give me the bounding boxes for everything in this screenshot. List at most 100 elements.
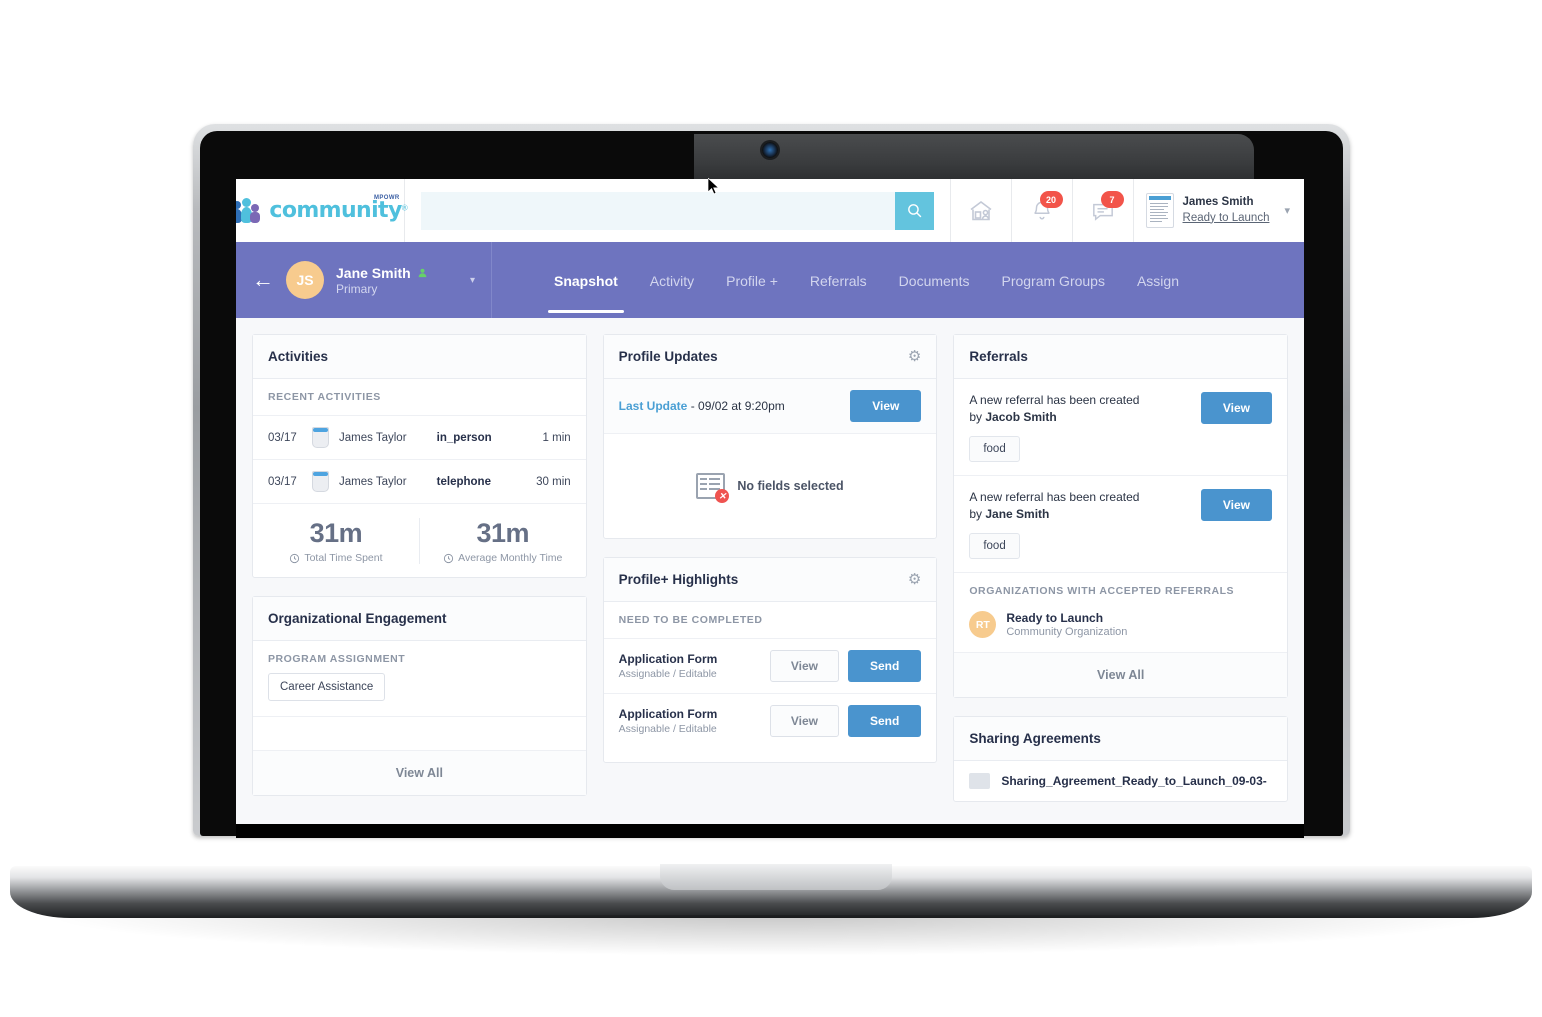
brand-trademark: ® <box>401 203 408 213</box>
org-engagement-header: Organizational Engagement <box>253 597 586 641</box>
screenshot-stage: community® MPOWR 20 7 James Smith Ready … <box>0 0 1542 1017</box>
mouse-cursor-icon <box>708 178 720 195</box>
board-column-left: Activities RECENT ACTIVITIES 03/17 James… <box>252 334 587 808</box>
org-engagement-view-all[interactable]: View All <box>253 751 586 795</box>
sharing-agreements-header: Sharing Agreements <box>954 717 1288 762</box>
activity-duration: 1 min <box>542 431 571 444</box>
messages-button[interactable]: 7 <box>1073 179 1134 242</box>
search-button[interactable] <box>894 191 934 230</box>
clock-icon <box>290 553 300 563</box>
gear-icon[interactable]: ⚙ <box>908 349 921 364</box>
gear-icon[interactable]: ⚙ <box>908 572 921 587</box>
tab-snapshot[interactable]: Snapshot <box>548 247 624 313</box>
back-arrow-icon[interactable]: ← <box>252 269 274 291</box>
user-organization-link[interactable]: Ready to Launch <box>1183 211 1270 227</box>
activity-duration: 30 min <box>536 475 571 488</box>
recent-activities-label: RECENT ACTIVITIES <box>253 379 586 416</box>
board-column-right: Referrals A new referral has been create… <box>953 334 1289 808</box>
profile-updates-empty-state: ✕ No fields selected <box>604 434 937 538</box>
brand-logo[interactable]: community® MPOWR <box>236 179 408 242</box>
organization-row[interactable]: RT Ready to Launch Community Organizatio… <box>954 601 1288 654</box>
sharing-agreements-title: Sharing Agreements <box>969 731 1101 747</box>
referrals-header: Referrals <box>954 335 1288 379</box>
profile-updates-header: Profile Updates ⚙ <box>603 335 937 379</box>
stat-value: 31m <box>309 518 363 548</box>
table-row[interactable]: 03/17 James Taylor in_person 1 min <box>253 416 586 460</box>
activity-type-icon <box>312 471 329 492</box>
global-search <box>405 179 951 242</box>
chevron-down-icon[interactable]: ▾ <box>1284 204 1290 217</box>
list-item: A new referral has been created by Jane … <box>954 476 1288 574</box>
clock-icon <box>444 553 454 563</box>
profile-highlights-header: Profile+ Highlights ⚙ <box>603 558 937 602</box>
profile-updates-view-button[interactable]: View <box>850 390 922 422</box>
home-button[interactable] <box>951 179 1012 242</box>
tab-activity[interactable]: Activity <box>648 247 696 313</box>
list-item[interactable]: Sharing_Agreement_Ready_to_Launch_09-03- <box>954 761 1287 801</box>
form-view-button[interactable]: View <box>769 650 839 682</box>
tab-assign[interactable]: Assign <box>1135 247 1181 313</box>
last-update-row: Last Update - 09/02 at 9:20pm View <box>603 379 937 434</box>
stat-total-time: 31m Total Time Spent <box>253 518 419 564</box>
activity-type-icon <box>312 427 329 448</box>
stat-average-monthly: 31m Average Monthly Time <box>418 518 586 564</box>
form-send-button[interactable]: Send <box>848 705 922 737</box>
profile-highlights-title: Profile+ Highlights <box>618 572 739 587</box>
need-to-be-completed-label: NEED TO BE COMPLETED <box>603 602 937 639</box>
referral-by-prefix: by <box>969 410 986 425</box>
accepted-referrals-label: ORGANIZATIONS WITH ACCEPTED REFERRALS <box>969 585 1235 598</box>
program-chip[interactable]: Career Assistance <box>268 673 386 701</box>
activity-method: in_person <box>436 431 492 444</box>
list-item: Application Form Assignable / Editable V… <box>603 639 937 694</box>
tab-profile-plus[interactable]: Profile + <box>724 247 780 313</box>
referrals-title: Referrals <box>969 349 1028 364</box>
home-with-person-icon <box>970 200 991 220</box>
client-name: Jane Smith <box>336 264 411 281</box>
search-input[interactable] <box>421 191 895 230</box>
tab-program-groups[interactable]: Program Groups <box>999 247 1106 313</box>
referral-view-button[interactable]: View <box>1200 489 1273 522</box>
brand-super-label: MPOWR <box>373 195 400 201</box>
client-role: Primary <box>336 281 378 296</box>
referral-creator: Jane Smith <box>985 507 1050 522</box>
user-menu[interactable]: James Smith Ready to Launch ▾ <box>1134 179 1304 242</box>
browser-viewport: community® MPOWR 20 7 James Smith Ready … <box>236 179 1304 824</box>
client-identity: ← JS Jane Smith Primary ▾ <box>236 242 492 318</box>
activity-user: James Taylor <box>339 431 407 444</box>
notifications-button[interactable]: 20 <box>1012 179 1073 242</box>
people-logo-icon <box>236 197 264 224</box>
stat-label: Total Time Spent <box>304 552 383 564</box>
organization-type: Community Organization <box>1006 626 1128 639</box>
referral-tag[interactable]: food <box>969 533 1020 560</box>
referral-by-prefix: by <box>969 507 986 522</box>
tab-documents[interactable]: Documents <box>897 247 972 313</box>
referrals-card: Referrals A new referral has been create… <box>953 334 1289 699</box>
webcam-icon <box>762 142 778 158</box>
file-icon <box>969 773 991 790</box>
referral-creator: Jacob Smith <box>985 410 1057 425</box>
referrals-view-all[interactable]: View All <box>954 653 1288 698</box>
activities-card-header: Activities <box>253 335 586 379</box>
empty-slot <box>253 717 586 751</box>
sharing-agreement-name: Sharing_Agreement_Ready_to_Launch_09-03- <box>1001 774 1267 789</box>
screen-bottom-letterbox <box>236 824 1304 838</box>
profile-updates-title: Profile Updates <box>618 349 718 364</box>
table-row[interactable]: 03/17 James Taylor telephone 30 min <box>253 460 586 504</box>
brand-wordmark: community <box>269 198 402 223</box>
program-assignment-label: PROGRAM ASSIGNMENT <box>268 653 406 665</box>
last-update-link[interactable]: Last Update <box>619 399 688 413</box>
form-view-button[interactable]: View <box>769 705 839 737</box>
referral-view-button[interactable]: View <box>1200 392 1273 424</box>
activity-date: 03/17 <box>268 431 297 444</box>
list-item: Application Form Assignable / Editable V… <box>604 694 937 748</box>
tab-referrals[interactable]: Referrals <box>808 247 869 313</box>
form-send-button[interactable]: Send <box>848 650 922 682</box>
client-dropdown-caret-icon[interactable]: ▾ <box>470 275 475 286</box>
activity-method: telephone <box>436 475 491 488</box>
last-update-timestamp: - 09/02 at 9:20pm <box>687 399 785 413</box>
referral-tag[interactable]: food <box>969 436 1020 463</box>
form-name: Application Form <box>618 652 718 666</box>
document-error-icon: ✕ <box>696 473 730 503</box>
activities-card: Activities RECENT ACTIVITIES 03/17 James… <box>252 334 587 578</box>
messages-badge: 7 <box>1100 191 1124 208</box>
